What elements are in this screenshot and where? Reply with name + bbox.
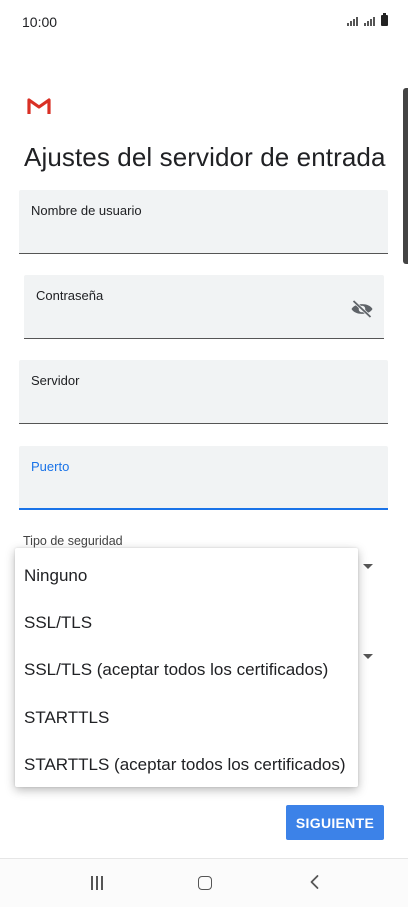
- security-type-label: Tipo de seguridad: [23, 534, 123, 548]
- username-label: Nombre de usuario: [31, 203, 142, 218]
- password-field[interactable]: Contraseña: [24, 275, 384, 339]
- port-label: Puerto: [31, 459, 70, 474]
- navigation-bar: [0, 858, 408, 907]
- signal-icon: [364, 17, 375, 26]
- battery-icon: [381, 13, 388, 26]
- dropdown-caret-icon[interactable]: [363, 564, 373, 569]
- home-icon[interactable]: [198, 876, 212, 890]
- username-field[interactable]: Nombre de usuario: [19, 190, 388, 254]
- status-time: 10:00: [22, 14, 58, 30]
- security-dropdown-menu[interactable]: Ninguno SSL/TLS SSL/TLS (aceptar todos l…: [15, 548, 358, 787]
- dropdown-caret-icon[interactable]: [363, 654, 373, 659]
- next-button[interactable]: SIGUIENTE: [286, 805, 384, 840]
- port-field[interactable]: Puerto: [19, 446, 388, 510]
- security-option-ninguno[interactable]: Ninguno: [24, 566, 87, 586]
- server-field[interactable]: Servidor: [19, 360, 388, 424]
- visibility-off-icon[interactable]: [350, 299, 374, 319]
- gmail-logo-icon: [27, 98, 51, 114]
- page-title: Ajustes del servidor de entrada: [24, 142, 386, 172]
- password-label: Contraseña: [36, 288, 104, 303]
- signal-icon: [347, 17, 358, 26]
- recent-apps-icon[interactable]: [91, 876, 103, 890]
- server-label: Servidor: [31, 373, 80, 388]
- back-icon[interactable]: [307, 874, 323, 890]
- status-icons: [347, 13, 388, 26]
- scroll-handle[interactable]: [403, 88, 408, 264]
- security-option-ssl-tls[interactable]: SSL/TLS: [24, 613, 92, 633]
- security-option-ssl-tls-all-certs[interactable]: SSL/TLS (aceptar todos los certificados): [24, 660, 328, 680]
- security-option-starttls[interactable]: STARTTLS: [24, 708, 109, 728]
- security-option-starttls-all-certs[interactable]: STARTTLS (aceptar todos los certificados…: [24, 755, 346, 775]
